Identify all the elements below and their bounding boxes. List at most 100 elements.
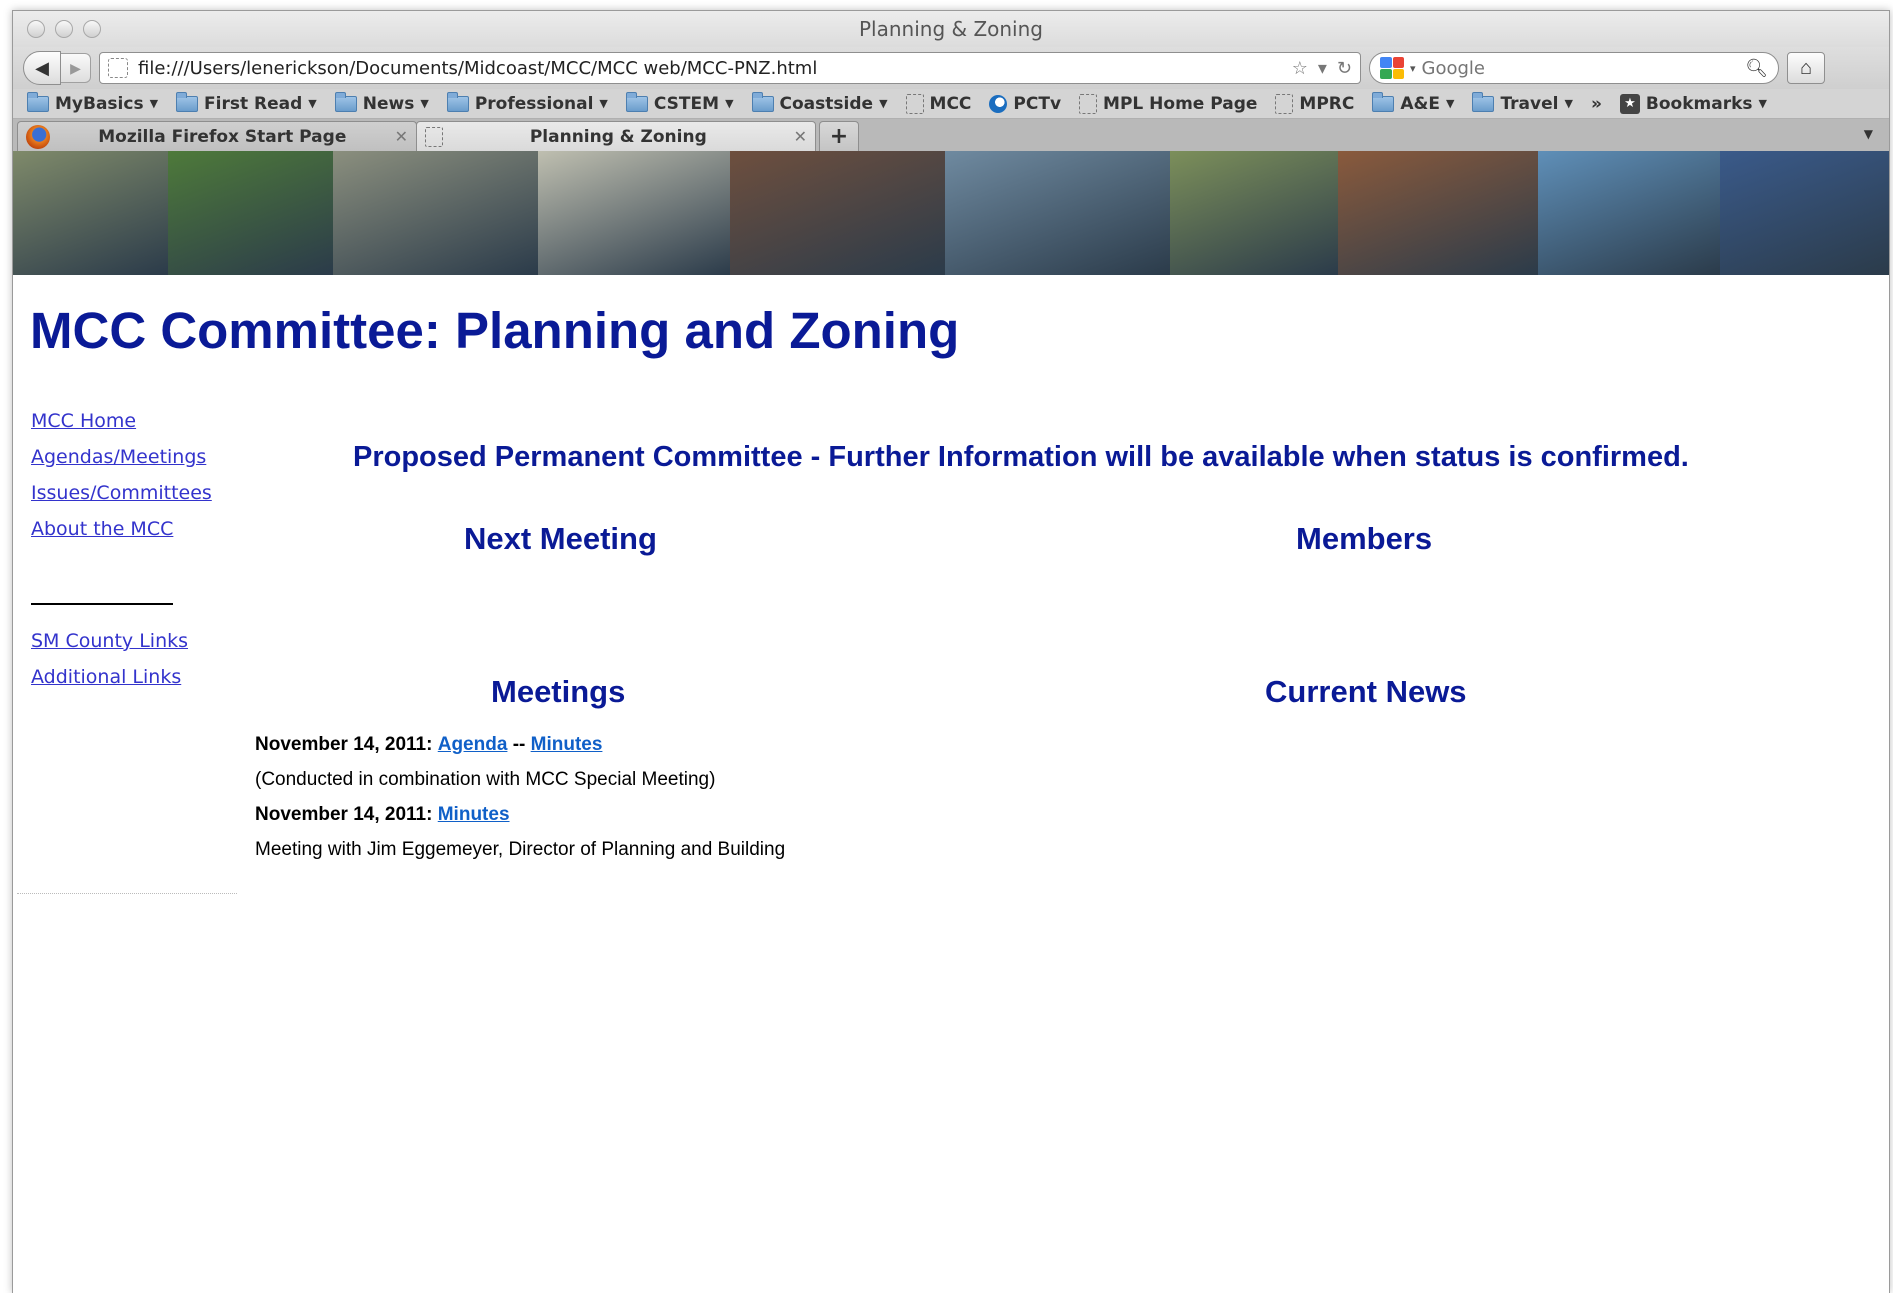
bookmark-label: Professional xyxy=(474,93,594,114)
close-tab-icon[interactable]: ✕ xyxy=(794,127,807,146)
bookmark-label: PCTv xyxy=(1013,93,1062,114)
banner-photo-aerial-point xyxy=(333,151,538,275)
tab-list-dropdown-icon[interactable]: ▼ xyxy=(1864,127,1873,141)
members-heading: Members xyxy=(1296,521,1433,556)
minutes-link[interactable]: Minutes xyxy=(438,804,510,825)
sidebar-link-additional-links[interactable]: Additional Links xyxy=(31,665,201,689)
agenda-link[interactable]: Agenda xyxy=(438,734,508,755)
tab-title: Planning & Zoning xyxy=(529,126,707,147)
tab-strip: Mozilla Firefox Start Page ✕ Planning & … xyxy=(13,119,1889,151)
dropdown-caret-icon: ▼ xyxy=(420,97,429,110)
browser-window: Planning & Zoning ◀ ▶ file:///Users/lene… xyxy=(12,10,1890,1293)
sidebar-divider xyxy=(31,603,173,605)
list-item: November 14, 2011: Agenda -- Minutes xyxy=(255,727,785,762)
bookmark-first-read[interactable]: First Read ▼ xyxy=(176,91,317,114)
sidebar-link-agendas-meetings[interactable]: Agendas/Meetings xyxy=(31,445,206,469)
minimize-window-icon[interactable] xyxy=(55,20,73,38)
folder-icon xyxy=(1372,91,1395,112)
folder-icon xyxy=(446,91,469,112)
meeting-note: Meeting with Jim Eggemeyer, Director of … xyxy=(255,839,786,860)
url-text[interactable]: file:///Users/lenerickson/Documents/Midc… xyxy=(138,58,1282,79)
sidebar-nav: MCC Home Agendas/Meetings Issues/Committ… xyxy=(31,409,212,701)
bookmark-news[interactable]: News ▼ xyxy=(334,91,429,114)
engine-dropdown-icon[interactable]: ▾ xyxy=(1410,62,1416,75)
new-tab-button[interactable]: + xyxy=(819,121,859,151)
dropdown-caret-icon: ▼ xyxy=(599,97,608,110)
forward-button[interactable]: ▶ xyxy=(61,53,91,83)
plus-icon: + xyxy=(829,124,849,149)
window-title: Planning & Zoning xyxy=(858,17,1043,41)
bookmark-pctv[interactable]: PCTv xyxy=(989,94,1061,114)
bookmark-mcc[interactable]: MCC xyxy=(905,93,972,114)
tab-title: Mozilla Firefox Start Page xyxy=(98,126,347,147)
meetings-list: November 14, 2011: Agenda -- Minutes (Co… xyxy=(255,727,785,867)
bookmark-travel[interactable]: Travel ▼ xyxy=(1472,91,1573,114)
sidebar-link-issues-committees[interactable]: Issues/Committees xyxy=(31,481,212,505)
bookmarks-menu-button[interactable]: ★ Bookmarks ▼ xyxy=(1619,93,1768,114)
banner-photo-sea-urchin xyxy=(1720,151,1889,275)
dropdown-caret-icon: ▼ xyxy=(1758,97,1768,110)
bookmark-label: CSTEM xyxy=(653,93,720,114)
address-bar[interactable]: file:///Users/lenerickson/Documents/Midc… xyxy=(99,52,1361,84)
minutes-link[interactable]: Minutes xyxy=(531,734,603,755)
tab-planning-zoning[interactable]: Planning & Zoning ✕ xyxy=(416,121,816,151)
dropdown-caret-icon: ▼ xyxy=(725,97,734,110)
home-button[interactable]: ⌂ xyxy=(1787,52,1825,84)
dropdown-caret-icon: ▼ xyxy=(879,97,888,110)
folder-icon xyxy=(334,91,357,112)
tab-firefox-start-page[interactable]: Mozilla Firefox Start Page ✕ xyxy=(17,121,417,151)
bookmark-label: News xyxy=(362,93,415,114)
bookmark-label: MPRC xyxy=(1299,93,1355,114)
search-input[interactable] xyxy=(1421,57,1740,79)
folder-icon xyxy=(27,91,49,112)
back-button[interactable]: ◀ xyxy=(23,51,61,85)
bookmark-label: MPL Home Page xyxy=(1103,93,1258,114)
bookmark-mybasics[interactable]: MyBasics ▼ xyxy=(27,91,159,114)
window-controls xyxy=(27,20,101,38)
status-notice: Proposed Permanent Committee - Further I… xyxy=(353,441,1689,473)
reload-icon[interactable]: ↻ xyxy=(1337,58,1352,79)
title-bar: Planning & Zoning xyxy=(13,11,1889,47)
history-dropdown-icon[interactable]: ▾ xyxy=(1318,58,1327,79)
dropdown-caret-icon: ▼ xyxy=(149,97,159,110)
search-bar[interactable]: ▾ 🔍︎ xyxy=(1369,52,1779,84)
forward-arrow-icon: ▶ xyxy=(70,59,81,76)
folder-icon xyxy=(751,91,774,112)
meeting-note: (Conducted in combination with MCC Speci… xyxy=(255,769,716,790)
folder-icon xyxy=(625,91,648,112)
sidebar-bottom-divider xyxy=(17,893,237,894)
banner-photo-soccer-field xyxy=(168,151,333,275)
bookmark-label: A&E xyxy=(1400,93,1440,114)
banner-photo-heron xyxy=(1170,151,1338,275)
dropdown-caret-icon: ▼ xyxy=(308,97,317,110)
bookmark-coastside[interactable]: Coastside ▼ xyxy=(751,91,888,114)
meeting-date: November 14, 2011: xyxy=(255,804,433,825)
banner-photo-coastline xyxy=(13,151,168,275)
sidebar-link-sm-county-links[interactable]: SM County Links xyxy=(31,629,201,653)
page-content: MCC Committee: Planning and Zoning MCC H… xyxy=(13,151,1889,1277)
close-window-icon[interactable] xyxy=(27,20,45,38)
close-tab-icon[interactable]: ✕ xyxy=(395,127,408,146)
blank-page-icon xyxy=(1079,93,1098,114)
bookmark-mprc[interactable]: MPRC xyxy=(1275,93,1355,114)
bookmark-cstem[interactable]: CSTEM ▼ xyxy=(625,91,734,114)
folder-icon xyxy=(1472,91,1495,112)
dropdown-caret-icon: ▼ xyxy=(1445,97,1455,110)
current-news-heading: Current News xyxy=(1265,674,1467,709)
magnifier-icon[interactable]: 🔍︎ xyxy=(1745,58,1768,79)
meeting-date: November 14, 2011: xyxy=(255,734,433,755)
bookmark-a-and-e[interactable]: A&E ▼ xyxy=(1372,91,1455,114)
bookmark-star-icon[interactable]: ☆ xyxy=(1292,58,1308,79)
sidebar-link-about-the-mcc[interactable]: About the MCC xyxy=(31,517,201,541)
banner-photo-aerial-harbor xyxy=(945,151,1170,275)
bookmarks-overflow-button[interactable]: » xyxy=(1591,94,1602,114)
meetings-heading: Meetings xyxy=(491,674,626,709)
sidebar-link-mcc-home[interactable]: MCC Home xyxy=(31,409,201,433)
google-engine-icon[interactable] xyxy=(1380,57,1404,79)
zoom-window-icon[interactable] xyxy=(83,20,101,38)
bookmark-mpl-home-page[interactable]: MPL Home Page xyxy=(1079,93,1258,114)
bookmark-professional[interactable]: Professional ▼ xyxy=(446,91,608,114)
page-identity-icon[interactable] xyxy=(108,58,128,78)
bookmark-label: Coastside xyxy=(779,93,874,114)
bookmark-label: MCC xyxy=(929,93,972,114)
